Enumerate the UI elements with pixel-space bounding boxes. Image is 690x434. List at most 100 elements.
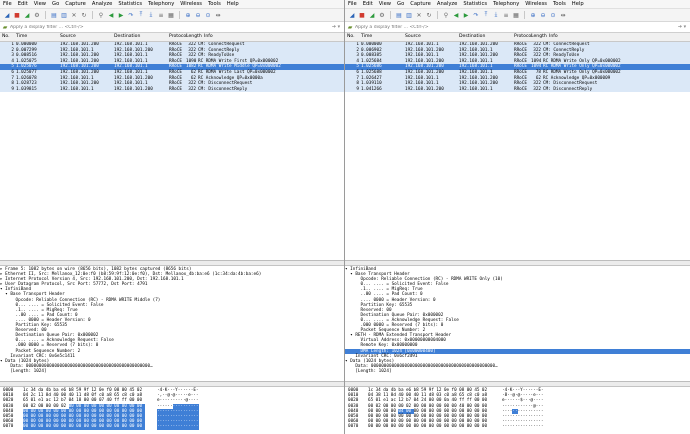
hex-byte[interactable]: 00 <box>23 424 31 430</box>
hex-byte[interactable]: 00 <box>136 424 145 430</box>
menu-tools[interactable]: Tools <box>208 0 221 8</box>
menu-edit[interactable]: Edit <box>363 0 373 8</box>
last-packet-icon[interactable]: ⤓ <box>492 11 500 19</box>
hex-byte[interactable]: 00 <box>429 424 437 429</box>
hex-byte[interactable]: 00 <box>414 424 422 429</box>
hex-byte[interactable]: 00 <box>391 424 399 429</box>
shark-fin-start-icon[interactable]: ◢ <box>3 11 11 19</box>
gear-icon[interactable]: ⚙ <box>378 11 386 19</box>
zoom-out-icon[interactable]: ⊖ <box>194 11 202 19</box>
display-filter-input[interactable] <box>355 23 674 31</box>
zoom-out-icon[interactable]: ⊖ <box>539 11 547 19</box>
jump-icon[interactable]: ↷ <box>472 11 480 19</box>
open-folder-icon[interactable]: ▤ <box>395 11 403 19</box>
menu-telephony[interactable]: Telephony <box>493 0 519 8</box>
stop-square-icon[interactable]: ■ <box>358 11 366 19</box>
save-file-icon[interactable]: ▥ <box>60 11 68 19</box>
menu-help[interactable]: Help <box>572 0 584 8</box>
colorize-icon[interactable]: ▦ <box>512 11 520 19</box>
forward-arrow-icon[interactable]: ▶ <box>462 11 470 19</box>
hex-byte[interactable]: 00 <box>76 424 84 430</box>
hex-byte[interactable]: 00 <box>398 424 406 429</box>
hex-byte[interactable]: 00 <box>91 424 99 430</box>
first-packet-icon[interactable]: ⤒ <box>137 11 145 19</box>
shark-fin-start-icon[interactable]: ◢ <box>348 11 356 19</box>
menu-capture[interactable]: Capture <box>65 0 86 8</box>
hex-byte[interactable]: 00 <box>376 424 384 429</box>
hex-byte[interactable]: 00 <box>444 424 452 429</box>
hex-byte[interactable]: 00 <box>421 424 429 429</box>
last-packet-icon[interactable]: ⤓ <box>147 11 155 19</box>
reload-icon[interactable]: ↻ <box>425 11 433 19</box>
col-source[interactable]: Source <box>405 34 421 39</box>
hex-byte[interactable]: 00 <box>98 424 107 430</box>
hex-byte[interactable]: 00 <box>114 424 122 430</box>
packet-row[interactable]: 9 1.041266 192.168.101.200 192.168.101.1 RRo… <box>345 86 690 93</box>
search-icon[interactable]: ⚲ <box>97 11 105 19</box>
restart-shark-icon[interactable]: ◢ <box>23 11 31 19</box>
col-destination[interactable]: Destination <box>459 34 485 39</box>
hex-byte[interactable]: 00 <box>129 424 137 430</box>
zoom-in-icon[interactable]: ⊕ <box>529 11 537 19</box>
hex-byte[interactable]: 00 <box>38 424 46 430</box>
menu-file[interactable]: File <box>3 0 12 8</box>
hex-byte[interactable]: 00 <box>368 424 376 429</box>
menu-view[interactable]: View <box>379 0 391 8</box>
close-file-icon[interactable]: ✕ <box>70 11 78 19</box>
hex-byte[interactable]: 00 <box>30 424 39 430</box>
col-protocol[interactable]: Protocol <box>514 34 533 39</box>
detail-line[interactable]: [Length: 1024] <box>0 369 344 374</box>
zoom-in-icon[interactable]: ⊕ <box>184 11 192 19</box>
hex-byte[interactable]: 00 <box>383 424 391 429</box>
col-info[interactable]: Info <box>549 34 558 39</box>
stop-square-icon[interactable]: ■ <box>13 11 21 19</box>
back-arrow-icon[interactable]: ◀ <box>452 11 460 19</box>
packet-row[interactable]: 9 1.039815 192.168.101.1 192.168.101.200 RRo… <box>0 86 344 93</box>
hex-byte[interactable]: 00 <box>106 424 115 430</box>
menu-file[interactable]: File <box>348 0 357 8</box>
filter-bookmark-icon[interactable]: ▰ <box>0 24 10 31</box>
hex-byte[interactable]: 00 <box>83 424 92 430</box>
menu-view[interactable]: View <box>34 0 46 8</box>
col-no[interactable]: No. <box>2 34 10 39</box>
restart-shark-icon[interactable]: ◢ <box>368 11 376 19</box>
hex-byte[interactable]: 00 <box>68 424 77 430</box>
menu-telephony[interactable]: Telephony <box>148 0 174 8</box>
hex-byte[interactable]: 00 <box>459 424 467 429</box>
menu-analyze[interactable]: Analyze <box>437 0 457 8</box>
gear-icon[interactable]: ⚙ <box>33 11 41 19</box>
hex-byte[interactable]: 00 <box>467 424 475 429</box>
col-destination[interactable]: Destination <box>114 34 140 39</box>
jump-icon[interactable]: ↷ <box>127 11 135 19</box>
menu-statistics[interactable]: Statistics <box>118 0 142 8</box>
hex-byte[interactable]: 00 <box>406 424 414 429</box>
autoscroll-icon[interactable]: ≡ <box>157 11 165 19</box>
hex-byte[interactable]: 00 <box>60 424 69 430</box>
hex-byte[interactable]: 00 <box>121 424 130 430</box>
detail-line[interactable]: [Length: 1024] <box>345 369 690 374</box>
hex-byte[interactable]: 00 <box>45 424 54 430</box>
menu-go[interactable]: Go <box>52 0 59 8</box>
reload-icon[interactable]: ↻ <box>80 11 88 19</box>
resize-columns-icon[interactable]: ⇹ <box>214 11 222 19</box>
col-length[interactable]: Length <box>531 34 547 39</box>
save-file-icon[interactable]: ▥ <box>405 11 413 19</box>
open-folder-icon[interactable]: ▤ <box>50 11 58 19</box>
search-icon[interactable]: ⚲ <box>442 11 450 19</box>
close-file-icon[interactable]: ✕ <box>415 11 423 19</box>
menu-analyze[interactable]: Analyze <box>92 0 112 8</box>
menu-help[interactable]: Help <box>227 0 239 8</box>
menu-wireless[interactable]: Wireless <box>525 0 547 8</box>
menu-statistics[interactable]: Statistics <box>463 0 487 8</box>
menu-capture[interactable]: Capture <box>410 0 431 8</box>
filter-bookmark-icon[interactable]: ▰ <box>345 24 355 31</box>
hex-byte[interactable]: 00 <box>436 424 444 429</box>
hex-byte[interactable]: 00 <box>474 424 482 429</box>
col-protocol[interactable]: Protocol <box>169 34 188 39</box>
back-arrow-icon[interactable]: ◀ <box>107 11 115 19</box>
resize-columns-icon[interactable]: ⇹ <box>559 11 567 19</box>
forward-arrow-icon[interactable]: ▶ <box>117 11 125 19</box>
col-no[interactable]: No. <box>347 34 355 39</box>
zoom-reset-icon[interactable]: ⊙ <box>549 11 557 19</box>
hex-byte[interactable]: 00 <box>482 424 490 429</box>
